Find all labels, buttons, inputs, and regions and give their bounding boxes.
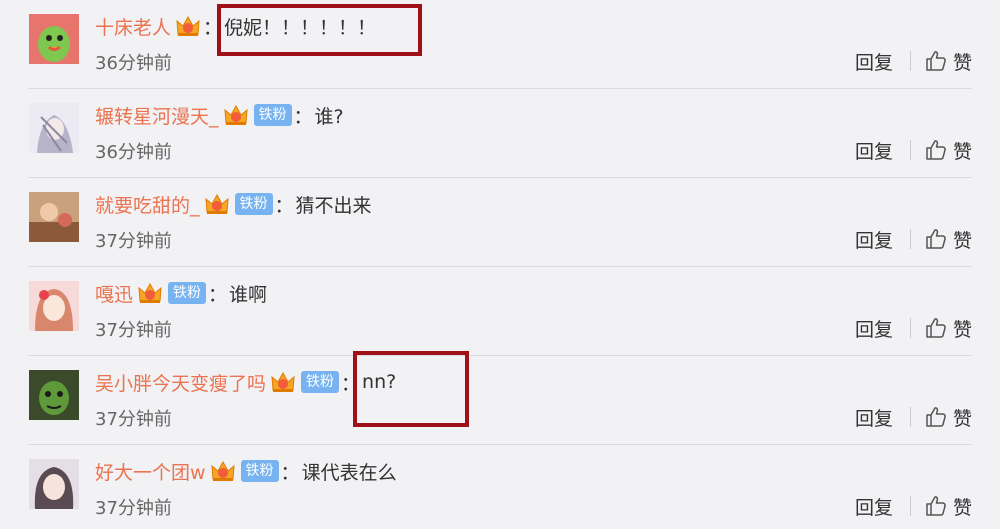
timestamp: 36分钟前	[95, 53, 172, 74]
comment-item: 辗转星河漫天_ 铁粉 ： 谁? 36分钟前 回复 赞	[0, 89, 1000, 178]
colon: ：	[341, 372, 361, 395]
action-divider	[909, 229, 911, 249]
comment-line: 十床老人 ： 倪妮！！！！！！	[95, 10, 376, 42]
action-divider	[909, 407, 911, 427]
colon: ：	[293, 105, 313, 128]
fan-badge[interactable]: 铁粉	[301, 371, 340, 393]
username-link[interactable]: 就要吃甜的_	[95, 191, 200, 218]
thumbs-up-icon	[926, 229, 946, 249]
comment-item: 十床老人 ： 倪妮！！！！！！ 36分钟前 回复 赞	[0, 0, 1000, 89]
like-button[interactable]: 赞	[925, 493, 972, 520]
comment-item: 吴小胖今天变瘦了吗 铁粉 ： nn? 37分钟前 回复 赞	[0, 356, 1000, 445]
thumbs-up-icon	[926, 318, 946, 338]
reply-button[interactable]: 回复	[855, 493, 893, 520]
comment-line: 就要吃甜的_ 铁粉 ： 猜不出来	[95, 188, 372, 220]
comment-text: 课代表在么	[301, 461, 397, 484]
avatar[interactable]	[29, 103, 79, 153]
comment-line: 好大一个团w 铁粉 ： 课代表在么	[95, 455, 397, 487]
like-button[interactable]: 赞	[925, 226, 972, 253]
comment-item: 嘎迅 铁粉 ： 谁啊 37分钟前 回复 赞	[0, 267, 1000, 356]
like-button[interactable]: 赞	[925, 48, 972, 75]
like-label: 赞	[952, 318, 972, 341]
avatar[interactable]	[29, 459, 79, 509]
comment-item: 就要吃甜的_ 铁粉 ： 猜不出来 37分钟前 回复 赞	[0, 178, 1000, 267]
comment-text: 谁啊	[229, 283, 268, 306]
reply-button[interactable]: 回复	[855, 315, 893, 342]
like-button[interactable]: 赞	[925, 137, 972, 164]
comment-actions: 回复 赞	[855, 224, 972, 254]
vip-crown-icon	[175, 14, 201, 38]
reply-button[interactable]: 回复	[855, 48, 893, 75]
like-button[interactable]: 赞	[925, 315, 972, 342]
vip-crown-icon	[223, 103, 249, 127]
comment-text: 猜不出来	[295, 194, 372, 217]
comment-text: 谁?	[314, 105, 344, 128]
comment-actions: 回复 赞	[855, 135, 972, 165]
reply-button[interactable]: 回复	[855, 404, 893, 431]
like-button[interactable]: 赞	[925, 404, 972, 431]
username-link[interactable]: 十床老人	[95, 13, 171, 40]
thumbs-up-icon	[926, 407, 946, 427]
thumbs-up-icon	[926, 140, 946, 160]
fan-badge[interactable]: 铁粉	[234, 193, 273, 215]
thumbs-up-icon	[926, 51, 946, 71]
timestamp: 37分钟前	[95, 231, 172, 252]
fan-badge[interactable]: 铁粉	[168, 282, 207, 304]
colon: ：	[203, 16, 223, 39]
username-link[interactable]: 嘎迅	[95, 280, 133, 307]
action-divider	[909, 496, 911, 516]
avatar[interactable]	[29, 14, 79, 64]
like-label: 赞	[952, 407, 972, 430]
username-link[interactable]: 好大一个团w	[95, 458, 206, 485]
comment-text: nn?	[362, 371, 397, 393]
reply-button[interactable]: 回复	[855, 137, 893, 164]
username-link[interactable]: 辗转星河漫天_	[95, 102, 219, 129]
avatar[interactable]	[29, 192, 79, 242]
timestamp: 37分钟前	[95, 320, 172, 341]
vip-crown-icon	[137, 281, 163, 305]
like-label: 赞	[952, 140, 972, 163]
comment-line: 辗转星河漫天_ 铁粉 ： 谁?	[95, 99, 344, 131]
comment-actions: 回复 赞	[855, 46, 972, 76]
vip-crown-icon	[204, 192, 230, 216]
comment-list: 十床老人 ： 倪妮！！！！！！ 36分钟前 回复 赞 辗转星河漫天_ 铁粉 ： …	[0, 0, 1000, 529]
comment-text: 倪妮！！！！！！	[224, 16, 377, 39]
avatar[interactable]	[29, 370, 79, 420]
timestamp: 36分钟前	[95, 142, 172, 163]
vip-crown-icon	[210, 459, 236, 483]
fan-badge[interactable]: 铁粉	[240, 460, 279, 482]
like-label: 赞	[952, 496, 972, 519]
like-label: 赞	[952, 229, 972, 252]
fan-badge[interactable]: 铁粉	[253, 104, 292, 126]
comment-line: 吴小胖今天变瘦了吗 铁粉 ： nn?	[95, 366, 396, 398]
comment-actions: 回复 赞	[855, 491, 972, 521]
comment-actions: 回复 赞	[855, 313, 972, 343]
colon: ：	[280, 461, 300, 484]
timestamp: 37分钟前	[95, 409, 172, 430]
vip-crown-icon	[270, 370, 296, 394]
reply-button[interactable]: 回复	[855, 226, 893, 253]
thumbs-up-icon	[926, 496, 946, 516]
comment-line: 嘎迅 铁粉 ： 谁啊	[95, 277, 267, 309]
like-label: 赞	[952, 51, 972, 74]
username-link[interactable]: 吴小胖今天变瘦了吗	[95, 369, 266, 396]
comment-item: 好大一个团w 铁粉 ： 课代表在么 37分钟前 回复 赞	[0, 445, 1000, 529]
comment-actions: 回复 赞	[855, 402, 972, 432]
colon: ：	[208, 283, 228, 306]
avatar[interactable]	[29, 281, 79, 331]
action-divider	[909, 51, 911, 71]
colon: ：	[274, 194, 294, 217]
action-divider	[909, 318, 911, 338]
timestamp: 37分钟前	[95, 498, 172, 519]
action-divider	[909, 140, 911, 160]
